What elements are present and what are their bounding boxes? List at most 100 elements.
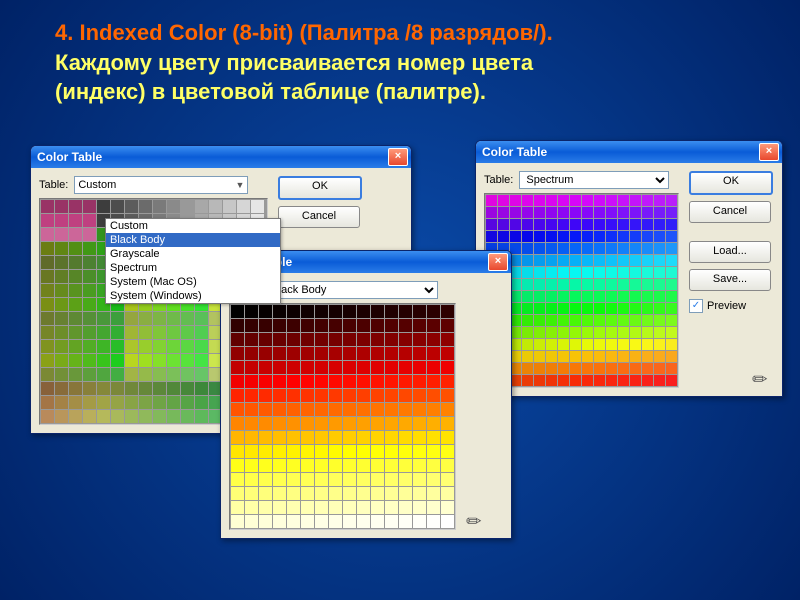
swatch[interactable] (83, 382, 96, 395)
swatch[interactable] (83, 410, 96, 423)
swatch[interactable] (237, 200, 250, 213)
swatch[interactable] (97, 410, 110, 423)
swatch[interactable] (139, 396, 152, 409)
swatch[interactable] (630, 243, 641, 254)
swatch[interactable] (181, 340, 194, 353)
swatch[interactable] (558, 375, 569, 386)
swatch[interactable] (315, 403, 328, 416)
swatch[interactable] (654, 375, 665, 386)
swatch[interactable] (287, 375, 300, 388)
swatch[interactable] (522, 195, 533, 206)
swatch[interactable] (427, 389, 440, 402)
swatch[interactable] (654, 207, 665, 218)
swatch[interactable] (259, 515, 272, 528)
swatch[interactable] (287, 515, 300, 528)
swatch[interactable] (618, 375, 629, 386)
swatch[interactable] (139, 382, 152, 395)
swatch[interactable] (329, 473, 342, 486)
swatch[interactable] (441, 403, 454, 416)
swatch[interactable] (413, 389, 426, 402)
swatch[interactable] (441, 445, 454, 458)
swatch[interactable] (371, 445, 384, 458)
swatch[interactable] (606, 195, 617, 206)
swatch[interactable] (83, 368, 96, 381)
swatch[interactable] (287, 305, 300, 318)
swatch[interactable] (41, 284, 54, 297)
swatch[interactable] (301, 403, 314, 416)
swatch[interactable] (582, 315, 593, 326)
swatch[interactable] (55, 256, 68, 269)
swatch[interactable] (558, 231, 569, 242)
swatch[interactable] (139, 410, 152, 423)
swatch[interactable] (630, 207, 641, 218)
swatch[interactable] (97, 368, 110, 381)
swatch[interactable] (139, 326, 152, 339)
swatch[interactable] (510, 207, 521, 218)
swatch[interactable] (594, 231, 605, 242)
swatch[interactable] (534, 303, 545, 314)
swatch[interactable] (606, 267, 617, 278)
swatch[interactable] (666, 279, 677, 290)
swatch[interactable] (55, 354, 68, 367)
swatch[interactable] (245, 375, 258, 388)
swatch[interactable] (371, 305, 384, 318)
swatch[interactable] (558, 195, 569, 206)
swatch[interactable] (582, 195, 593, 206)
swatch[interactable] (441, 515, 454, 528)
swatch[interactable] (41, 368, 54, 381)
ok-button[interactable]: OK (278, 176, 362, 200)
swatch[interactable] (167, 396, 180, 409)
eyedropper-icon[interactable]: ✎ (748, 363, 778, 393)
swatch[interactable] (231, 515, 244, 528)
swatch[interactable] (125, 368, 138, 381)
swatch[interactable] (273, 389, 286, 402)
swatch[interactable] (558, 303, 569, 314)
swatch[interactable] (97, 354, 110, 367)
swatch[interactable] (570, 363, 581, 374)
swatch[interactable] (195, 382, 208, 395)
swatch[interactable] (546, 351, 557, 362)
swatch[interactable] (343, 389, 356, 402)
swatch[interactable] (83, 200, 96, 213)
swatch[interactable] (654, 315, 665, 326)
swatch[interactable] (329, 333, 342, 346)
swatch[interactable] (399, 319, 412, 332)
swatch[interactable] (41, 242, 54, 255)
swatch[interactable] (546, 315, 557, 326)
swatch[interactable] (69, 214, 82, 227)
swatch[interactable] (153, 368, 166, 381)
dropdown-option[interactable]: Grayscale (106, 247, 280, 261)
swatch[interactable] (594, 327, 605, 338)
swatch[interactable] (441, 417, 454, 430)
swatch[interactable] (231, 361, 244, 374)
swatch[interactable] (371, 361, 384, 374)
swatch[interactable] (399, 361, 412, 374)
swatch[interactable] (498, 231, 509, 242)
swatch[interactable] (630, 363, 641, 374)
swatch[interactable] (642, 231, 653, 242)
swatch[interactable] (582, 219, 593, 230)
swatch[interactable] (399, 403, 412, 416)
swatch[interactable] (441, 389, 454, 402)
swatch[interactable] (570, 279, 581, 290)
swatch[interactable] (385, 487, 398, 500)
swatch[interactable] (371, 487, 384, 500)
swatch[interactable] (357, 417, 370, 430)
swatch[interactable] (231, 417, 244, 430)
swatch[interactable] (69, 298, 82, 311)
swatch[interactable] (399, 473, 412, 486)
swatch[interactable] (427, 305, 440, 318)
swatch[interactable] (570, 219, 581, 230)
cancel-button[interactable]: Cancel (278, 206, 360, 228)
swatch[interactable] (357, 459, 370, 472)
swatch[interactable] (582, 363, 593, 374)
swatch[interactable] (343, 473, 356, 486)
swatch[interactable] (125, 354, 138, 367)
swatch[interactable] (259, 501, 272, 514)
swatch[interactable] (666, 339, 677, 350)
swatch[interactable] (287, 347, 300, 360)
swatch[interactable] (413, 459, 426, 472)
swatch[interactable] (153, 200, 166, 213)
swatch[interactable] (273, 375, 286, 388)
swatch[interactable] (195, 326, 208, 339)
